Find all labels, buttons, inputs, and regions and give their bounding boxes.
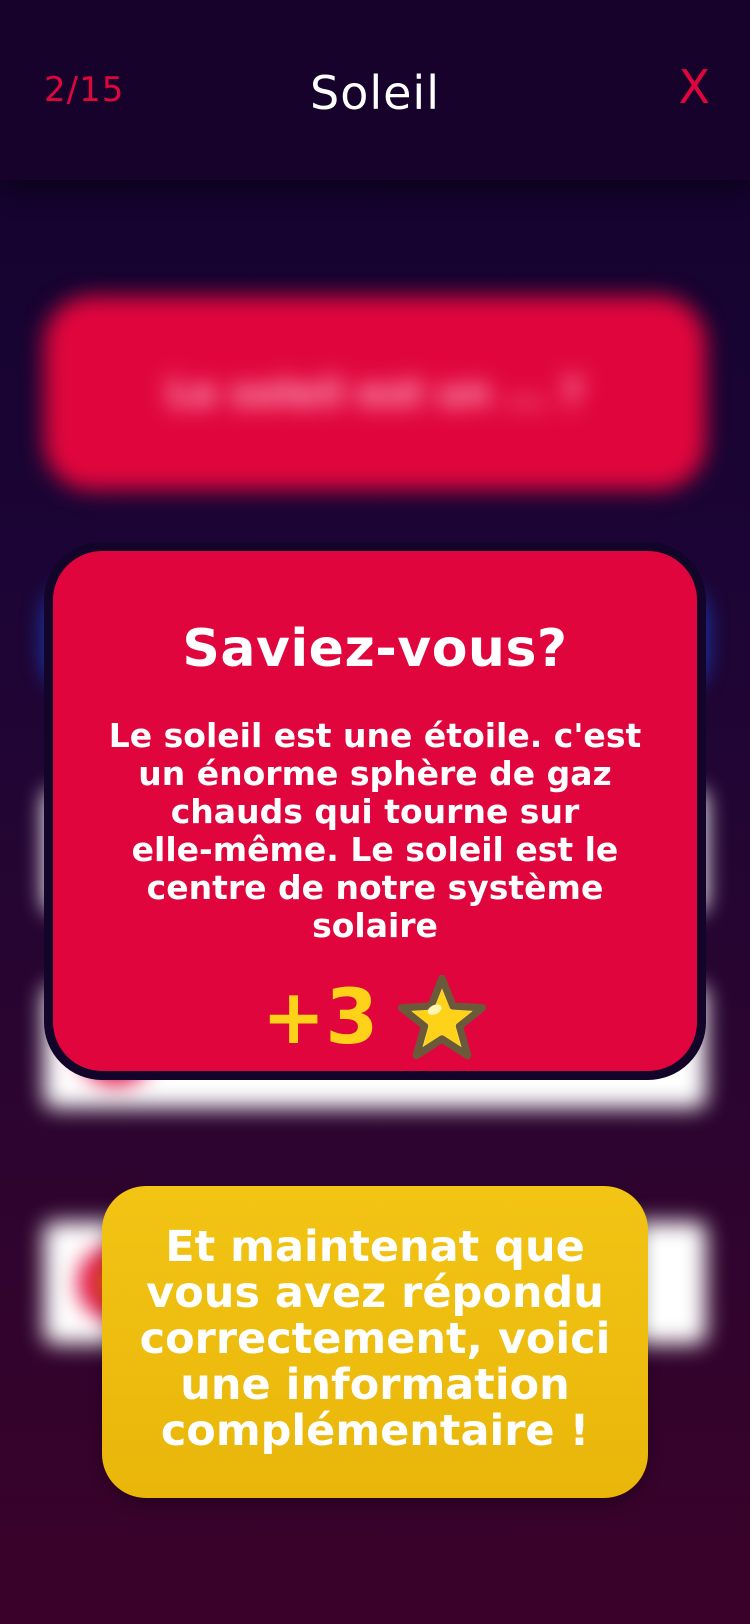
did-you-know-card: Saviez-vous? Le soleil est une étoile. c… [44,542,706,1080]
feedback-message: Et maintenat que vous avez répondu corre… [102,1186,648,1498]
reward-amount: +3 [261,972,379,1061]
question-card: Le soleil est un ... ? [44,296,706,490]
info-line: chauds qui tourne sur [170,792,580,831]
info-line: centre de notre système [146,868,604,907]
reward: +3 [53,973,697,1061]
message-line: une information [180,1360,570,1410]
message-line: vous avez répondu [146,1268,604,1318]
info-line: Le soleil est une étoile. c'est [108,716,642,755]
did-you-know-text: Le soleil est une étoile. c'est un énorm… [87,717,663,945]
close-button[interactable]: X [678,64,710,110]
message-line: Et maintenat que [165,1222,585,1272]
page-title: Soleil [310,66,440,120]
star-icon [396,973,488,1061]
message-line: complémentaire ! [160,1406,590,1456]
message-line: correctement, voici [139,1314,611,1364]
info-line: solaire [312,906,438,945]
did-you-know-title: Saviez-vous? [182,619,568,679]
top-bar: 2/15 Soleil X [0,0,750,180]
info-line: un énorme sphère de gaz [138,754,612,793]
info-line: elle-même. Le soleil est le [131,830,619,869]
